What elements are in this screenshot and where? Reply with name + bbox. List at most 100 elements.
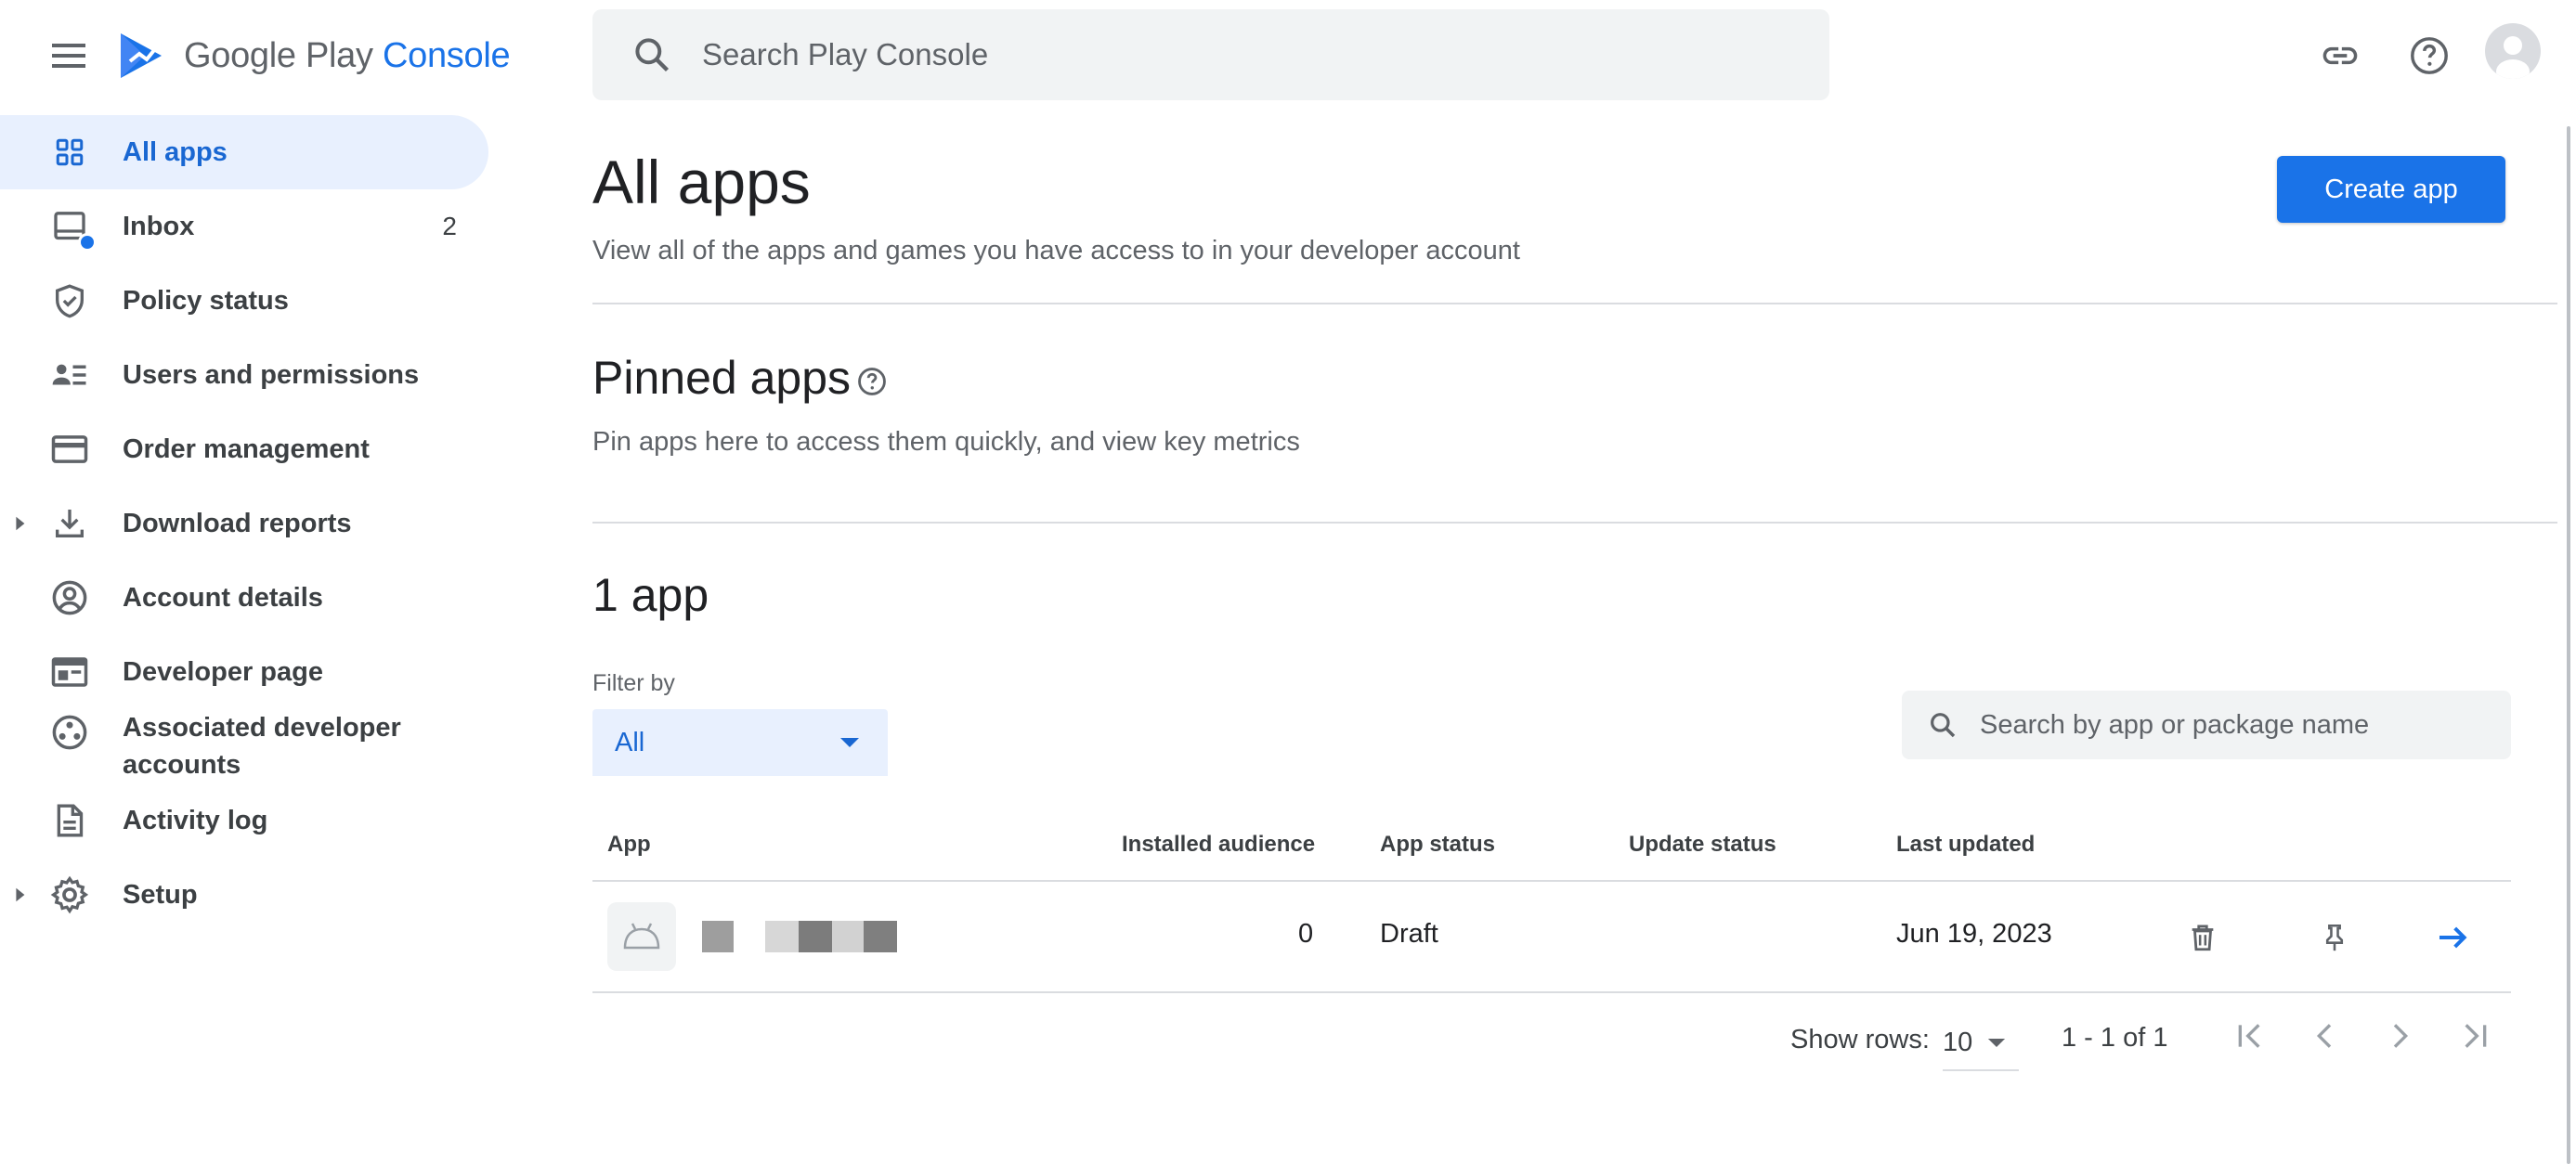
table-row-divider [592, 991, 2511, 993]
filter-dropdown[interactable]: All [592, 709, 888, 776]
expand-caret-icon [16, 887, 25, 902]
cell-last-updated: Jun 19, 2023 [1896, 919, 2052, 949]
pinned-apps-help-icon[interactable] [856, 366, 888, 397]
copy-link-button[interactable] [2312, 28, 2368, 84]
sidebar-item-inbox[interactable]: Inbox 2 [0, 189, 488, 264]
sidebar-item-download-reports[interactable]: Download reports [0, 486, 488, 561]
account-circle-icon [48, 576, 91, 619]
unread-dot [78, 233, 97, 252]
arrow-right-icon [2439, 926, 2467, 949]
people-list-icon [48, 354, 91, 396]
sidebar-item-order-management[interactable]: Order management [0, 412, 488, 486]
help-button[interactable] [2401, 28, 2457, 84]
first-page-icon [2238, 1024, 2260, 1048]
table-header-divider [592, 880, 2511, 882]
web-page-icon [48, 651, 91, 693]
android-icon [623, 923, 660, 950]
sidebar-item-label: Activity log [123, 806, 268, 835]
main-menu-button[interactable] [41, 28, 97, 84]
help-icon [2411, 37, 2448, 74]
sidebar-item-label: Setup [123, 880, 198, 910]
redaction-block [799, 921, 832, 952]
sidebar-item-developer-page[interactable]: Developer page [0, 635, 488, 709]
pinned-apps-subtitle: Pin apps here to access them quickly, an… [592, 427, 1300, 457]
column-header-app-status[interactable]: App status [1380, 832, 1495, 858]
page-scrollbar[interactable] [2567, 126, 2570, 1164]
logo-text: Google Play Console [184, 35, 511, 76]
sidebar-item-account-details[interactable]: Account details [0, 561, 488, 635]
search-icon [1931, 713, 1956, 738]
app-count-title: 1 app [592, 569, 709, 621]
pin-app-button[interactable] [2309, 912, 2361, 964]
grid-icon [48, 131, 91, 174]
logo-text-accent: Console [382, 35, 511, 75]
sidebar-item-activity-log[interactable]: Activity log [0, 783, 488, 858]
section-divider [592, 303, 2557, 304]
gear-icon [48, 873, 91, 916]
rows-per-page-value: 10 [1943, 1027, 1973, 1057]
pagination-range: 1 - 1 of 1 [2062, 1023, 2168, 1053]
linked-accounts-icon [48, 711, 91, 754]
sidebar-nav: All apps Inbox 2 Policy status Users and… [0, 115, 488, 932]
column-header-last-updated[interactable]: Last updated [1896, 832, 2035, 858]
trash-icon [2192, 925, 2214, 951]
sidebar-item-label: Order management [123, 434, 370, 464]
inbox-count-badge: 2 [442, 212, 457, 240]
column-header-installed-audience[interactable]: Installed audience [1122, 832, 1315, 858]
avatar-person-icon [2496, 36, 2530, 79]
hamburger-menu-icon [52, 44, 85, 68]
expand-caret-icon [16, 516, 25, 531]
first-page-button[interactable] [2227, 1012, 2275, 1060]
column-header-update-status[interactable]: Update status [1629, 832, 1776, 858]
next-page-button[interactable] [2375, 1012, 2424, 1060]
download-icon [48, 502, 91, 545]
previous-page-button[interactable] [2301, 1012, 2349, 1060]
search-icon [635, 38, 670, 72]
sidebar-item-users-permissions[interactable]: Users and permissions [0, 338, 488, 412]
last-page-icon [2465, 1024, 2487, 1048]
sidebar-item-label: Inbox [123, 212, 195, 241]
document-icon [48, 799, 91, 842]
sidebar-item-label: All apps [123, 137, 228, 167]
redaction-block [864, 921, 897, 952]
app-search-placeholder: Search by app or package name [1980, 709, 2370, 740]
chevron-left-icon [2316, 1024, 2332, 1048]
create-app-button[interactable]: Create app [2277, 156, 2505, 223]
sidebar-item-label: Users and permissions [123, 360, 420, 390]
sidebar-item-label: Developer page [123, 657, 323, 687]
sidebar-item-policy-status[interactable]: Policy status [0, 264, 488, 338]
app-search-input[interactable]: Search by app or package name [1902, 691, 2511, 759]
credit-card-icon [48, 428, 91, 471]
logo-text-main: Google Play [184, 35, 373, 75]
global-search-bar[interactable]: Search Play Console [592, 9, 1829, 100]
chevron-down-icon [1988, 1038, 2006, 1047]
column-header-app[interactable]: App [607, 832, 651, 858]
show-rows-label: Show rows: [1790, 1025, 1930, 1054]
last-page-button[interactable] [2450, 1012, 2498, 1060]
link-icon [2322, 46, 2358, 65]
sidebar-item-label: Download reports [123, 509, 352, 538]
chevron-down-icon [840, 738, 859, 747]
app-default-icon [607, 902, 676, 971]
chevron-right-icon [2393, 1024, 2409, 1048]
cell-installed-audience: 0 [1298, 919, 1314, 949]
play-console-logo[interactable]: Google Play Console [117, 26, 511, 85]
cell-app-status: Draft [1380, 919, 1438, 949]
redaction-block [832, 921, 864, 952]
account-avatar[interactable] [2485, 23, 2541, 79]
open-app-button[interactable] [2427, 912, 2479, 964]
page-title: All apps [592, 148, 811, 216]
sidebar-item-associated-accounts[interactable]: Associated developer accounts [0, 709, 488, 783]
pinned-apps-title: Pinned apps [592, 352, 852, 404]
rows-per-page-dropdown[interactable]: 10 [1943, 1015, 2019, 1071]
shield-check-icon [48, 279, 91, 322]
global-search-placeholder: Search Play Console [702, 37, 989, 71]
sidebar-item-label: Account details [123, 583, 323, 613]
filter-value: All [615, 727, 645, 757]
redaction-block [702, 921, 734, 952]
app-name-redacted[interactable] [702, 921, 897, 952]
section-divider [592, 522, 2557, 524]
sidebar-item-setup[interactable]: Setup [0, 858, 488, 932]
delete-app-button[interactable] [2177, 912, 2229, 964]
sidebar-item-all-apps[interactable]: All apps [0, 115, 488, 189]
